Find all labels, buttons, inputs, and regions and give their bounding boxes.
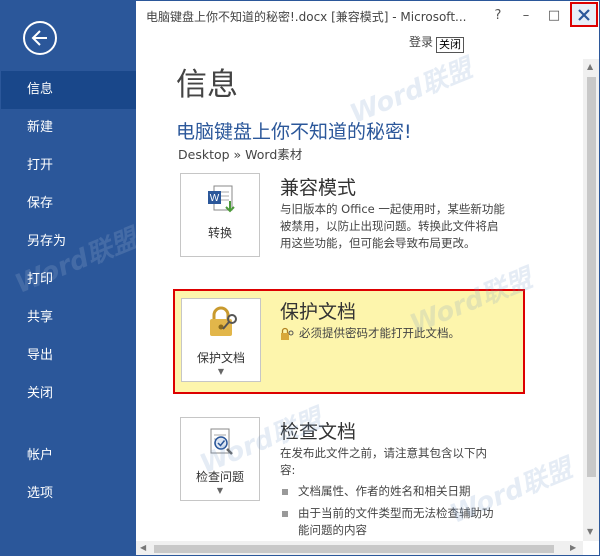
- nav-divider: [1, 413, 136, 437]
- backstage-nav: 信息 新建 打开 保存 另存为 打印 共享 导出 关闭 帐户 选项: [1, 71, 136, 513]
- protect-document-button[interactable]: 保护文档 ▼: [181, 298, 261, 382]
- nav-item-save-as[interactable]: 另存为: [1, 223, 136, 261]
- convert-button-label: 转换: [207, 226, 232, 240]
- word-convert-icon: W: [208, 185, 235, 213]
- back-button[interactable]: [23, 21, 57, 55]
- document-title: 电脑键盘上你不知道的秘密!: [176, 121, 412, 143]
- protect-section: 保护文档 ▼ 保护文档 必须提供密码才能打开此文档。: [173, 289, 525, 394]
- inspect-bullet-1-text: 文档属性、作者的姓名和相关日期: [298, 484, 471, 498]
- protect-desc: 必须提供密码才能打开此文档。: [299, 326, 460, 340]
- inspect-bullet-2-cont: 能问题的内容: [298, 523, 367, 537]
- inspect-desc-1: 在发布此文件之前，请注意其包含以下内: [280, 446, 487, 460]
- compat-heading: 兼容模式: [280, 177, 357, 199]
- back-arrow-icon: [31, 30, 47, 46]
- info-panel: 信息 电脑键盘上你不知道的秘密! Desktop » Word素材 W 转换 兼…: [136, 31, 583, 541]
- check-issues-button[interactable]: 检查问题 ▼: [180, 417, 260, 501]
- close-icon: [578, 9, 590, 21]
- bullet-square-icon: [282, 488, 288, 495]
- close-button[interactable]: [570, 2, 598, 27]
- chevron-down-icon: ▼: [216, 486, 224, 495]
- nav-item-export[interactable]: 导出: [1, 337, 136, 375]
- nav-item-info[interactable]: 信息: [1, 71, 136, 109]
- protect-button-label: 保护文档: [196, 351, 245, 365]
- breadcrumb[interactable]: Desktop » Word素材: [178, 144, 302, 163]
- inspect-bullet-1: 文档属性、作者的姓名和相关日期: [282, 483, 471, 500]
- convert-button[interactable]: W 转换: [180, 173, 260, 257]
- bullet-square-icon: [282, 510, 288, 517]
- small-lock-icon: [281, 327, 294, 340]
- inspect-document-icon: [210, 428, 233, 455]
- inspect-bullet-2: 由于当前的文件类型而无法检查辅助功: [282, 505, 494, 522]
- title-bar: 电脑键盘上你不知道的秘密!.docx [兼容模式] - Microsoft...…: [136, 1, 599, 31]
- inspect-desc-2: 容:: [280, 463, 296, 477]
- inspect-bullet-2-text: 由于当前的文件类型而无法检查辅助功: [298, 506, 494, 520]
- nav-item-account[interactable]: 帐户: [1, 437, 136, 475]
- nav-item-new[interactable]: 新建: [1, 109, 136, 147]
- vertical-scrollbar[interactable]: ▲ ▼: [583, 59, 599, 541]
- svg-text:W: W: [210, 193, 220, 204]
- vertical-scroll-thumb[interactable]: [587, 77, 596, 477]
- compat-section: W 转换 兼容模式 与旧版本的 Office 一起使用时，某些新功能 被禁用，以…: [172, 163, 524, 283]
- horizontal-scroll-thumb[interactable]: [154, 545, 554, 553]
- minimize-button[interactable]: –: [514, 5, 538, 27]
- inspect-heading: 检查文档: [280, 421, 357, 443]
- compat-desc-2: 被禁用，以防止出现问题。转换此文件将启: [280, 219, 499, 233]
- horizontal-scrollbar[interactable]: ◀ ▶: [136, 541, 583, 555]
- check-issues-label: 检查问题: [195, 470, 244, 484]
- compat-desc-3: 用这些功能，但可能会导致布局更改。: [280, 236, 476, 250]
- nav-item-save[interactable]: 保存: [1, 185, 136, 223]
- scroll-right-icon[interactable]: ▶: [570, 543, 576, 552]
- lock-key-icon: [210, 306, 237, 336]
- compat-desc-1: 与旧版本的 Office 一起使用时，某些新功能: [280, 202, 505, 216]
- scroll-left-icon[interactable]: ◀: [140, 543, 146, 552]
- scroll-up-icon[interactable]: ▲: [587, 62, 593, 71]
- nav-item-share[interactable]: 共享: [1, 299, 136, 337]
- chevron-down-icon: ▼: [217, 367, 225, 376]
- maximize-button[interactable]: □: [542, 5, 566, 27]
- window-title: 电脑键盘上你不知道的秘密!.docx [兼容模式] - Microsoft...: [146, 10, 467, 24]
- help-button[interactable]: ?: [486, 5, 510, 27]
- nav-item-print[interactable]: 打印: [1, 261, 136, 299]
- word-backstage-window: 信息 新建 打开 保存 另存为 打印 共享 导出 关闭 帐户 选项 电脑键盘上你…: [0, 0, 600, 556]
- protect-heading: 保护文档: [280, 301, 357, 323]
- backstage-sidebar: 信息 新建 打开 保存 另存为 打印 共享 导出 关闭 帐户 选项: [1, 1, 136, 555]
- nav-item-close[interactable]: 关闭: [1, 375, 136, 413]
- page-title: 信息: [176, 67, 238, 103]
- scroll-down-icon[interactable]: ▼: [587, 527, 593, 536]
- nav-item-open[interactable]: 打开: [1, 147, 136, 185]
- nav-item-options[interactable]: 选项: [1, 475, 136, 513]
- inspect-section: 检查问题 ▼ 检查文档 在发布此文件之前，请注意其包含以下内 容: 文档属性、作…: [172, 411, 524, 541]
